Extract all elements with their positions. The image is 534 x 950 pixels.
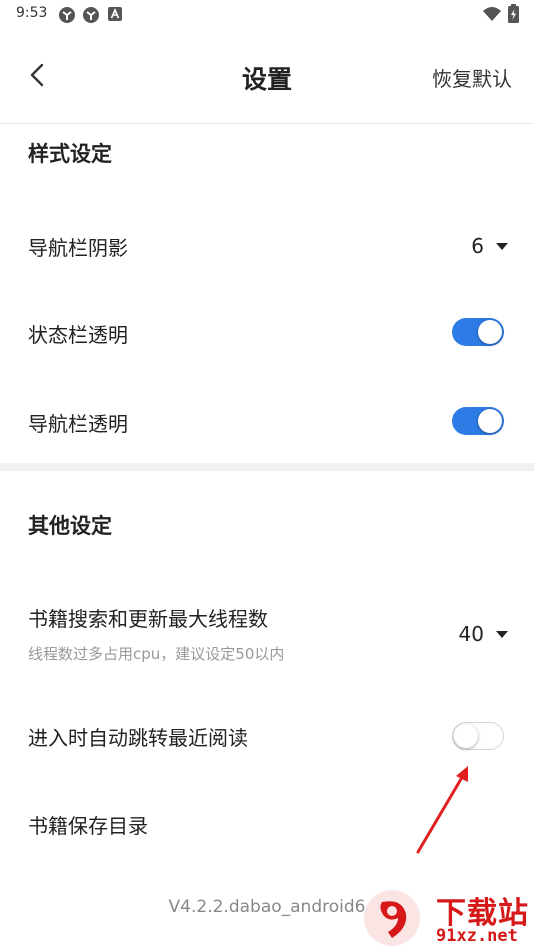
wifi-icon	[483, 7, 501, 21]
setting-status-transparent: 状态栏透明	[0, 297, 534, 367]
dropdown-value: 40	[458, 622, 484, 646]
watermark-site: 91xz.net	[436, 926, 518, 946]
dropdown-value: 6	[471, 234, 484, 258]
setting-max-threads[interactable]: 书籍搜索和更新最大线程数 线程数过多占用cpu，建议设定50以内 40	[0, 595, 534, 675]
battery-charging-icon	[508, 4, 519, 23]
watermark: 下载站 91xz.net	[360, 888, 534, 950]
auto-jump-toggle[interactable]	[452, 722, 504, 750]
annotation-arrow-icon	[416, 766, 468, 854]
setting-label: 进入时自动跳转最近阅读	[28, 726, 248, 750]
status-time: 9:53	[16, 5, 48, 21]
status-bar: 9:53	[0, 0, 534, 30]
section-title-style: 样式设定	[28, 142, 112, 166]
a-badge-icon	[108, 7, 122, 21]
restore-defaults-button[interactable]: 恢复默认	[432, 63, 512, 92]
notification-app-icon	[59, 7, 75, 23]
header-divider	[0, 123, 534, 124]
setting-description: 线程数过多占用cpu，建议设定50以内	[28, 645, 285, 663]
notification-app-icon	[83, 7, 99, 23]
nav-shadow-dropdown[interactable]: 6	[471, 234, 508, 258]
section-title-other: 其他设定	[28, 514, 112, 538]
setting-label: 状态栏透明	[28, 323, 128, 347]
nav-transparent-toggle[interactable]	[452, 407, 504, 435]
toggle-knob	[478, 409, 502, 433]
setting-label: 导航栏透明	[28, 412, 128, 436]
setting-label: 导航栏阴影	[28, 236, 128, 260]
caret-down-icon	[496, 242, 508, 250]
max-threads-dropdown[interactable]: 40	[459, 622, 508, 646]
setting-nav-shadow[interactable]: 导航栏阴影 6	[0, 210, 534, 280]
app-header: 设置 恢复默认	[0, 40, 534, 110]
setting-nav-transparent: 导航栏透明	[0, 386, 534, 456]
setting-label: 书籍搜索和更新最大线程数	[28, 607, 268, 631]
watermark-logo-icon	[364, 890, 420, 946]
caret-down-icon	[496, 630, 508, 638]
toggle-knob	[478, 320, 502, 344]
status-transparent-toggle[interactable]	[452, 318, 504, 346]
section-divider	[0, 463, 534, 471]
toggle-knob	[454, 724, 478, 748]
setting-label: 书籍保存目录	[28, 814, 148, 838]
